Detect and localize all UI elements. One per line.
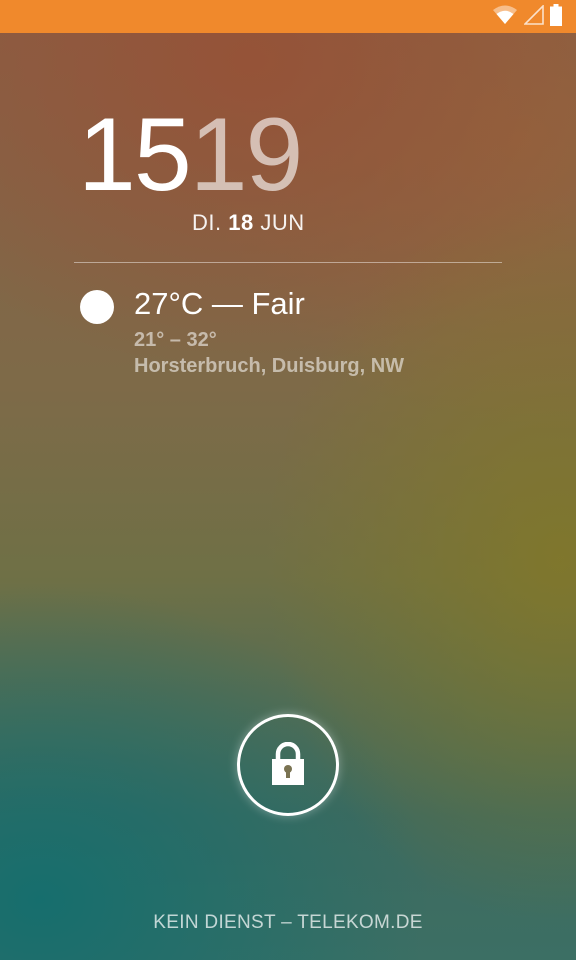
date-day: 18 [228,210,254,235]
carrier-text: KEIN DIENST – TELEKOM.DE [153,912,423,933]
weather-location: Horsterbruch, Duisburg, NW [134,355,405,377]
clock-minutes: 19 [189,97,304,213]
battery-icon [550,3,562,31]
unlock-button[interactable] [237,714,339,816]
weather-summary: 27°C — Fair [134,286,305,321]
status-bar [0,0,576,33]
lock-screen: 1519 DI. 18 JUN 27°C — Fair 21° – 32° Ho… [0,0,576,960]
status-icons [492,3,562,31]
signal-icon [523,3,544,30]
clock: 1519 [78,97,304,213]
wifi-icon [492,5,518,30]
sun-icon [80,290,114,324]
clock-hours: 15 [78,97,192,213]
date-month: JUN [260,210,305,235]
weather-range: 21° – 32° [134,329,217,351]
divider [74,262,502,263]
date: DI. 18 JUN [192,210,305,236]
lock-icon [270,741,306,791]
date-weekday: DI. [192,210,222,235]
